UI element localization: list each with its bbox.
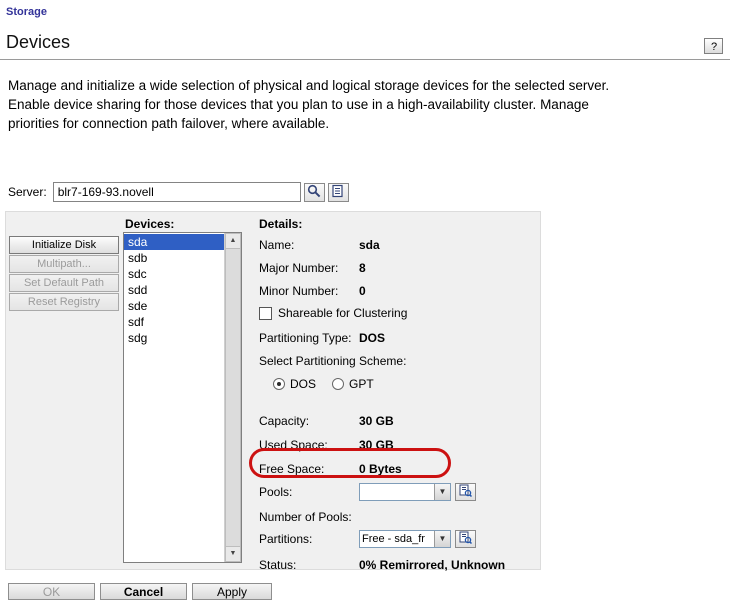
title-divider [0, 59, 730, 60]
chevron-down-icon[interactable]: ▼ [434, 531, 450, 547]
list-item-sde[interactable]: sde [124, 298, 224, 314]
details-column-header: Details: [259, 217, 302, 231]
server-history-button[interactable] [328, 183, 349, 202]
pools-browse-icon [459, 484, 472, 500]
page-title: Devices [6, 32, 70, 53]
scroll-up-icon[interactable]: ▲ [225, 233, 241, 249]
pools-browse-button[interactable] [455, 483, 476, 501]
minor-number-label: Minor Number: [259, 284, 359, 298]
used-space-value: 30 GB [359, 438, 394, 452]
breadcrumb-storage-link[interactable]: Storage [6, 6, 47, 18]
ok-button[interactable]: OK [8, 583, 95, 600]
detail-row-used-space: Used Space: 30 GB [259, 436, 394, 454]
name-value: sda [359, 238, 380, 252]
list-item-sdg[interactable]: sdg [124, 330, 224, 346]
list-item-sdb[interactable]: sdb [124, 250, 224, 266]
scheme-radio-gpt[interactable] [332, 378, 344, 390]
capacity-label: Capacity: [259, 414, 359, 428]
set-default-path-button[interactable]: Set Default Path [9, 274, 119, 292]
devices-listbox: sda sdb sdc sdd sde sdf sdg ▲ ▼ [123, 232, 242, 563]
reset-registry-button[interactable]: Reset Registry [9, 293, 119, 311]
pools-label: Pools: [259, 485, 359, 499]
page-description: Manage and initialize a wide selection o… [8, 76, 636, 133]
list-item-sdf[interactable]: sdf [124, 314, 224, 330]
scroll-down-icon[interactable]: ▼ [225, 546, 241, 562]
pools-dropdown[interactable]: ▼ [359, 483, 451, 501]
devices-list: sda sdb sdc sdd sde sdf sdg [124, 233, 224, 562]
detail-row-free-space: Free Space: 0 Bytes [259, 460, 402, 478]
minor-number-value: 0 [359, 284, 366, 298]
shareable-label: Shareable for Clustering [278, 306, 407, 320]
free-space-value: 0 Bytes [359, 462, 402, 476]
cancel-button[interactable]: Cancel [100, 583, 187, 600]
partitioning-type-label: Partitioning Type: [259, 331, 359, 345]
status-label: Status: [259, 558, 359, 572]
list-item-sda[interactable]: sda [124, 234, 224, 250]
partitions-browse-icon [459, 531, 472, 547]
partitioning-type-value: DOS [359, 331, 385, 345]
scrollbar-thumb[interactable] [225, 249, 241, 546]
used-space-label: Used Space: [259, 438, 359, 452]
devices-column-header: Devices: [125, 217, 174, 231]
status-value: 0% Remirrored, Unknown [359, 558, 505, 572]
footer-buttons: OK Cancel Apply [8, 583, 272, 600]
partitioning-scheme-label: Select Partitioning Scheme: [259, 354, 406, 368]
detail-row-partitioning-type: Partitioning Type: DOS [259, 329, 385, 347]
name-label: Name: [259, 238, 359, 252]
detail-row-major-number: Major Number: 8 [259, 259, 366, 277]
device-panel: Devices: Details: Initialize Disk Multip… [5, 211, 541, 570]
partitions-label: Partitions: [259, 532, 359, 546]
detail-row-capacity: Capacity: 30 GB [259, 412, 394, 430]
help-button[interactable]: ? [704, 38, 723, 54]
capacity-value: 30 GB [359, 414, 394, 428]
number-of-pools-label: Number of Pools: [259, 510, 352, 524]
pools-dropdown-value [360, 484, 434, 500]
partitions-dropdown-value: Free - sda_fr [360, 531, 434, 547]
scheme-radio-gpt-label: GPT [349, 377, 374, 391]
device-action-buttons: Initialize Disk Multipath... Set Default… [9, 236, 119, 311]
detail-row-pools: Pools: ▼ [259, 483, 476, 501]
object-history-icon [331, 184, 345, 201]
initialize-disk-button[interactable]: Initialize Disk [9, 236, 119, 254]
detail-row-partitions: Partitions: Free - sda_fr ▼ [259, 530, 476, 548]
devices-scrollbar[interactable]: ▲ ▼ [224, 233, 241, 562]
server-browse-button[interactable] [304, 183, 325, 202]
major-number-value: 8 [359, 261, 366, 275]
partitioning-scheme-options: DOS GPT [273, 375, 390, 393]
detail-row-scheme-label: Select Partitioning Scheme: [259, 352, 406, 370]
free-space-label: Free Space: [259, 462, 359, 476]
list-item-sdd[interactable]: sdd [124, 282, 224, 298]
detail-row-minor-number: Minor Number: 0 [259, 282, 366, 300]
scheme-radio-dos-label: DOS [290, 377, 316, 391]
list-item-sdc[interactable]: sdc [124, 266, 224, 282]
detail-row-shareable: Shareable for Clustering [259, 304, 407, 322]
server-input[interactable] [53, 182, 301, 202]
partitions-dropdown[interactable]: Free - sda_fr ▼ [359, 530, 451, 548]
multipath-button[interactable]: Multipath... [9, 255, 119, 273]
server-row: Server: [8, 182, 349, 202]
search-icon [307, 184, 321, 201]
devices-page: Storage Devices ? Manage and initialize … [0, 0, 730, 603]
detail-row-number-of-pools: Number of Pools: [259, 508, 352, 526]
detail-row-status: Status: 0% Remirrored, Unknown [259, 556, 505, 574]
device-details: Name: sda Major Number: 8 Minor Number: … [259, 236, 539, 568]
major-number-label: Major Number: [259, 261, 359, 275]
partitions-browse-button[interactable] [455, 530, 476, 548]
scheme-radio-dos[interactable] [273, 378, 285, 390]
chevron-down-icon[interactable]: ▼ [434, 484, 450, 500]
apply-button[interactable]: Apply [192, 583, 272, 600]
shareable-checkbox[interactable] [259, 307, 272, 320]
detail-row-name: Name: sda [259, 236, 380, 254]
server-label: Server: [8, 185, 47, 199]
